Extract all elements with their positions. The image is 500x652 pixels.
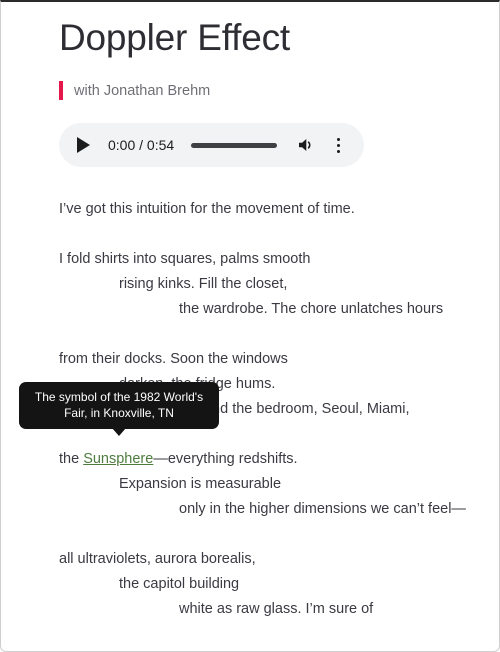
poem-stanza: I’ve got this intuition for the movement… xyxy=(59,197,499,222)
time-display: 0:00 / 0:54 xyxy=(108,137,175,154)
poem-line: only in the higher dimensions we can’t f… xyxy=(179,501,466,518)
poem-line: the orbits that brought me to this momen… xyxy=(59,647,499,651)
poem-stanza: I fold shirts into squares, palms smooth… xyxy=(59,247,499,322)
page-title: Doppler Effect xyxy=(59,17,290,58)
play-button[interactable] xyxy=(77,136,93,154)
byline: with Jonathan Brehm xyxy=(59,81,499,101)
poem-line: I’ve got this intuition for the movement… xyxy=(59,201,355,218)
poem-stanza: all ultraviolets, aurora borealis, the ca… xyxy=(59,547,499,622)
audio-player[interactable]: 0:00 / 0:54 xyxy=(59,123,364,168)
poem-line: rising kinks. Fill the closet, xyxy=(119,276,288,293)
tooltip-text: The symbol of the 1982 World's Fair, in … xyxy=(34,390,204,420)
seek-bar[interactable] xyxy=(191,142,278,148)
poem-line-text: —everything redshifts. xyxy=(153,451,298,468)
poem-line: I fold shirts into squares, palms smooth xyxy=(59,251,311,268)
accent-bar xyxy=(59,81,63,101)
poem-line: the capitol building xyxy=(119,576,240,593)
poem-line: the wardrobe. The chore unlatches hours xyxy=(179,301,444,318)
player-menu-button[interactable] xyxy=(330,135,346,155)
poem-line-text: the xyxy=(59,451,84,468)
tooltip-arrow xyxy=(112,428,126,436)
poem-line: the Sunsphere—everything redshifts. xyxy=(59,447,499,472)
poem-line: from their docks. Soon the windows xyxy=(59,351,288,368)
menu-dot-icon xyxy=(336,149,340,153)
poem-stanza: the Sunsphere—everything redshifts. Expan… xyxy=(59,447,499,522)
play-icon xyxy=(77,137,90,154)
page-content: Doppler Effect with Jonathan Brehm 0:00 … xyxy=(1,2,499,651)
sunsphere-link[interactable]: Sunsphere xyxy=(83,451,153,467)
byline-text: with Jonathan Brehm xyxy=(74,82,211,99)
tooltip: The symbol of the 1982 World's Fair, in … xyxy=(19,382,219,436)
poem-page: Doppler Effect with Jonathan Brehm 0:00 … xyxy=(0,0,500,652)
poem-stanza: the orbits that brought me to this momen… xyxy=(59,647,499,651)
poem-line: Expansion is measurable xyxy=(119,476,282,493)
menu-dot-icon xyxy=(336,137,340,141)
volume-icon xyxy=(299,139,311,152)
poem-line: all ultraviolets, aurora borealis, xyxy=(59,551,256,568)
volume-button[interactable] xyxy=(296,135,316,155)
menu-dot-icon xyxy=(336,143,340,147)
poem-line: white as raw glass. I’m sure of xyxy=(179,601,374,618)
